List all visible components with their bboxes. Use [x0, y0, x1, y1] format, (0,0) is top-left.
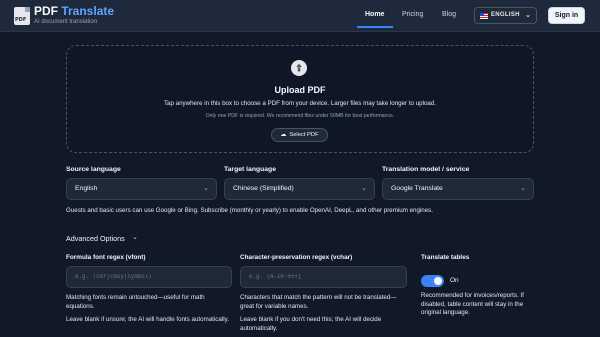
translate-tables-toggle[interactable]	[421, 275, 444, 287]
language-selector[interactable]: ENGLISH ⌄	[474, 7, 537, 24]
cloud-upload-icon: ☁	[280, 132, 287, 138]
nav-blog[interactable]: Blog	[442, 11, 456, 18]
nav-pricing[interactable]: Pricing	[402, 11, 423, 18]
pdf-logo-icon[interactable]: PDF	[14, 7, 30, 25]
upload-note: Only one PDF is required. We recommend f…	[205, 113, 395, 119]
char-regex-label: Character-preservation regex (vchar)	[240, 254, 353, 261]
font-regex-hint-secondary: Leave blank if unsure; the AI will handl…	[66, 316, 229, 323]
char-regex-hint: Characters that match the pattern will n…	[240, 294, 397, 310]
brand-tagline: AI document translation	[34, 19, 98, 25]
us-flag-icon	[480, 13, 488, 19]
advanced-options-toggle[interactable]: Advanced Options	[66, 234, 125, 243]
engine-availability-note: Guests and basic users can use Google or…	[66, 207, 433, 214]
target-language-label: Target language	[224, 166, 276, 173]
font-regex-hint: Matching fonts remain untouched—useful f…	[66, 294, 205, 310]
select-pdf-button[interactable]: ☁ Select PDF	[271, 128, 328, 142]
toggle-state-label: On	[450, 277, 459, 284]
char-regex-hint-secondary: Leave blank if you don't need this; the …	[240, 316, 382, 332]
target-language-select[interactable]: Chinese (Simplified) ⌄	[224, 178, 375, 200]
language-label: ENGLISH	[491, 12, 520, 18]
font-regex-field[interactable]	[66, 266, 232, 288]
sign-in-button[interactable]: Sign in	[548, 7, 585, 24]
nav-home[interactable]: Home	[365, 11, 384, 18]
top-navbar: PDF PDF Translate AI document translatio…	[0, 0, 600, 32]
chevron-down-icon: ⌄	[361, 185, 367, 192]
source-language-label: Source language	[66, 166, 121, 173]
translate-tables-label: Translate tables	[421, 254, 470, 261]
char-regex-input[interactable]	[241, 267, 406, 287]
chevron-down-icon: ⌄	[525, 12, 531, 19]
translation-model-select[interactable]: Google Translate ⌄	[382, 178, 534, 200]
font-regex-input[interactable]	[67, 267, 231, 287]
translation-model-label: Translation model / service	[382, 166, 470, 173]
chevron-down-icon: ⌄	[203, 185, 209, 192]
char-regex-field[interactable]	[240, 266, 407, 288]
cloud-upload-icon: ⇧	[291, 60, 307, 76]
brand-name[interactable]: PDF Translate	[34, 4, 114, 18]
chevron-down-icon[interactable]: ⌄	[132, 233, 138, 241]
font-regex-label: Formula font regex (vfont)	[66, 254, 146, 261]
upload-description: Tap anywhere in this box to choose a PDF…	[163, 100, 437, 107]
upload-title: Upload PDF	[274, 85, 326, 95]
chevron-down-icon: ⌄	[520, 185, 526, 192]
nav-active-indicator	[357, 26, 393, 28]
source-language-select[interactable]: English ⌄	[66, 178, 217, 200]
translate-tables-hint: Recommended for invoices/reports. If dis…	[421, 292, 524, 316]
